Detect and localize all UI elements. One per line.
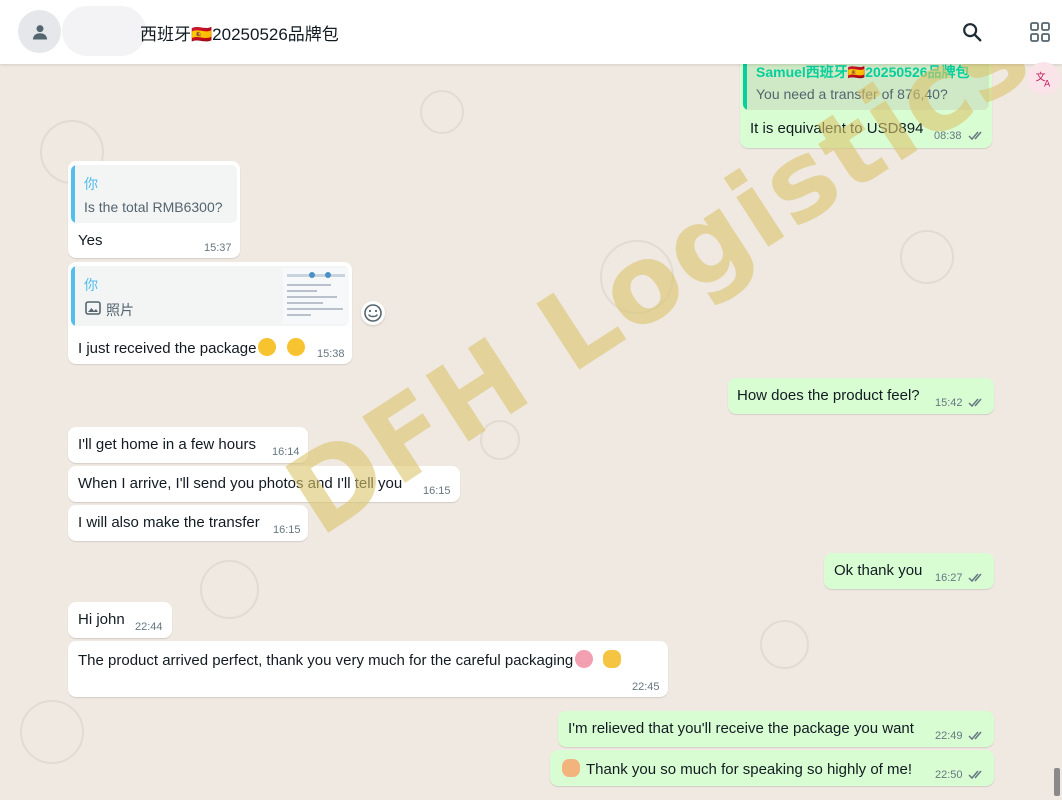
message-outgoing[interactable]: I'm relieved that you'll receive the pac… <box>558 711 994 747</box>
double-check-icon <box>968 573 982 583</box>
message-text: How does the product feel? <box>737 387 920 404</box>
message-outgoing[interactable]: Thank you so much for speaking so highly… <box>550 750 994 786</box>
apps-button[interactable] <box>1022 14 1058 50</box>
double-check-icon <box>968 770 982 780</box>
quote-text: You need a transfer of 876,40? <box>756 86 948 102</box>
quote-text: Is the total RMB6300? <box>84 199 223 215</box>
message-incoming[interactable]: Hi john 22:44 <box>68 602 172 638</box>
message-text: Thank you so much for speaking so highly… <box>562 759 912 778</box>
message-text: I'm relieved that you'll receive the pac… <box>568 720 914 737</box>
message-time: 08:38 <box>934 130 962 142</box>
avatar[interactable] <box>18 10 61 53</box>
message-time: 16:15 <box>273 524 301 536</box>
message-time: 15:38 <box>317 348 345 360</box>
message-incoming[interactable]: I will also make the transfer 16:15 <box>68 505 308 541</box>
message-incoming[interactable]: I'll get home in a few hours 16:14 <box>68 427 308 463</box>
double-check-icon <box>968 131 982 141</box>
wallpaper-doodle <box>900 230 954 284</box>
wallpaper-doodle <box>20 700 84 764</box>
quote-bar <box>71 165 75 223</box>
apps-icon <box>1030 22 1050 42</box>
double-check-icon <box>968 398 982 408</box>
message-outgoing[interactable]: How does the product feel? 15:42 <box>728 378 994 414</box>
message-text-content: Thank you so much for speaking so highly… <box>586 761 913 778</box>
wallpaper-doodle <box>600 240 674 314</box>
wallpaper-doodle <box>480 420 520 460</box>
quoted-message[interactable]: 你 Is the total RMB6300? <box>71 165 237 223</box>
grinning-emoji <box>258 338 277 356</box>
message-text: Ok thank you <box>834 562 923 579</box>
chat-header: 西班牙🇪🇸20250526品牌包 <box>0 0 1062 64</box>
message-time: 15:42 <box>935 397 963 409</box>
photo-thumbnail[interactable] <box>283 268 349 324</box>
message-incoming[interactable]: 你 照片 I just received the package 15:38 <box>68 262 352 364</box>
react-button[interactable] <box>361 301 385 325</box>
double-check-icon <box>968 731 982 741</box>
chat-title[interactable]: 西班牙🇪🇸20250526品牌包 <box>140 20 339 45</box>
blurred-name <box>62 6 146 56</box>
message-incoming[interactable]: 你 Is the total RMB6300? Yes 15:37 <box>68 161 240 258</box>
quoted-message[interactable]: 你 照片 <box>71 266 349 326</box>
quote-author: 你 <box>84 277 98 293</box>
message-text: I'll get home in a few hours <box>78 436 256 453</box>
scrollbar-thumb[interactable] <box>1054 768 1060 796</box>
wallpaper-doodle <box>760 620 809 669</box>
message-time: 22:44 <box>135 621 163 633</box>
smiling-hearts-emoji <box>575 650 594 668</box>
message-text: I just received the package <box>78 338 305 357</box>
quote-text: 照片 <box>106 302 134 318</box>
message-text: Yes <box>78 232 103 249</box>
translate-icon: 文 A <box>1035 70 1051 89</box>
message-text: It is equivalent to USD894 <box>750 120 924 137</box>
search-button[interactable] <box>954 14 990 50</box>
image-icon <box>85 301 101 315</box>
quote-bar <box>743 58 747 110</box>
message-time: 22:49 <box>935 730 963 742</box>
quote-bar <box>71 266 75 326</box>
message-text: Hi john <box>78 611 125 628</box>
wallpaper-doodle <box>420 90 464 134</box>
handshake-emoji <box>562 759 580 777</box>
message-text-content: The product arrived perfect, thank you v… <box>78 652 574 669</box>
wallpaper-doodle <box>200 560 259 619</box>
emoji-reaction-icon <box>364 304 382 322</box>
search-icon <box>963 23 982 42</box>
message-time: 16:27 <box>935 572 963 584</box>
quoted-message[interactable]: Samuel西班牙🇪🇸20250526品牌包 You need a transf… <box>743 58 989 110</box>
person-icon <box>32 24 47 39</box>
message-outgoing[interactable]: Ok thank you 16:27 <box>824 553 994 589</box>
message-incoming[interactable]: The product arrived perfect, thank you v… <box>68 641 668 697</box>
message-time: 22:50 <box>935 769 963 781</box>
message-text-content: I just received the package <box>78 340 257 357</box>
ok-hand-emoji <box>603 650 622 668</box>
quote-author: 你 <box>84 176 98 192</box>
message-time: 15:37 <box>204 242 232 254</box>
message-text: When I arrive, I'll send you photos and … <box>78 475 403 492</box>
svg-text:A: A <box>1044 78 1051 89</box>
quote-author: Samuel西班牙🇪🇸20250526品牌包 <box>756 64 970 80</box>
message-outgoing[interactable]: Samuel西班牙🇪🇸20250526品牌包 You need a transf… <box>740 54 992 148</box>
message-time: 16:14 <box>272 446 300 458</box>
message-time: 22:45 <box>632 681 660 693</box>
message-text: I will also make the transfer <box>78 514 260 531</box>
translate-button[interactable]: 文 A <box>1027 62 1060 95</box>
message-text: The product arrived perfect, thank you v… <box>78 650 622 669</box>
grinning-emoji <box>286 338 305 356</box>
message-incoming[interactable]: When I arrive, I'll send you photos and … <box>68 466 460 502</box>
message-time: 16:15 <box>423 485 451 497</box>
